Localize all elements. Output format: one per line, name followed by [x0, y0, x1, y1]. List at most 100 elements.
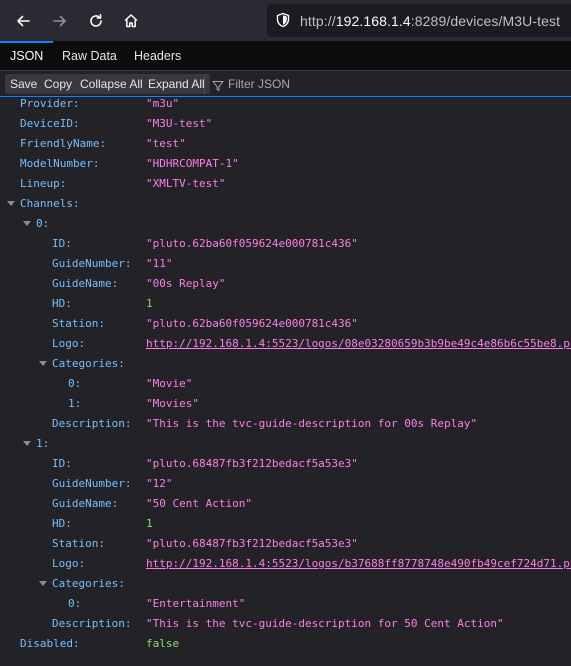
home-icon[interactable] — [118, 8, 144, 34]
json-key: 1: — [36, 437, 50, 450]
json-value: "pluto.62ba60f059624e000781c436" — [146, 317, 358, 330]
expand-toggle-icon[interactable] — [39, 361, 47, 366]
json-row: DeviceID: "M3U-test" — [0, 114, 571, 134]
json-value: "11" — [146, 257, 173, 270]
json-key: ID: — [52, 457, 72, 470]
json-key: Logo: — [52, 557, 86, 570]
json-row: 1: "Movies" — [0, 394, 571, 414]
json-key: GuideName: — [52, 277, 119, 290]
json-row: Description: "This is the tvc-guide-descr… — [0, 614, 571, 634]
json-value: "XMLTV-test" — [146, 177, 226, 190]
json-row: Logo: http://192.168.1.4:5523/logos/b3768… — [0, 554, 571, 574]
collapse-all-button[interactable]: Collapse All — [75, 74, 148, 94]
viewer-tab-bar: JSON Raw Data Headers — [0, 41, 571, 71]
tab-raw-data[interactable]: Raw Data — [52, 41, 127, 71]
tab-headers[interactable]: Headers — [124, 41, 191, 71]
json-key: Channels: — [20, 197, 80, 210]
json-key: Disabled: — [20, 637, 80, 650]
json-key: HD: — [52, 297, 72, 310]
copy-button[interactable]: Copy — [39, 74, 78, 94]
json-key: GuideName: — [52, 497, 119, 510]
json-row: GuideName: "00s Replay" — [0, 274, 571, 294]
json-row: Disabled: false — [0, 634, 571, 654]
json-row[interactable]: Channels: — [0, 194, 571, 214]
json-row: HD: 1 — [0, 514, 571, 534]
url-text[interactable]: http://192.168.1.4:8289/devices/M3U-test — [300, 13, 560, 29]
forward-arrow-icon[interactable] — [47, 8, 73, 34]
json-value: "50 Cent Action" — [146, 497, 252, 510]
json-key: ID: — [52, 237, 72, 250]
json-key: GuideNumber: — [52, 257, 132, 270]
json-row[interactable]: 1: — [0, 434, 571, 454]
json-key: Categories: — [52, 577, 125, 590]
json-key: 0: — [68, 377, 82, 390]
json-value: 1 — [146, 517, 153, 530]
json-row: Provider: "m3u" — [0, 94, 571, 114]
json-row: Station: "pluto.68487fb3f212bedacf5a53e3" — [0, 534, 571, 554]
save-button[interactable]: Save — [5, 74, 43, 94]
json-row: ID: "pluto.68487fb3f212bedacf5a53e3" — [0, 454, 571, 474]
shield-icon[interactable] — [275, 12, 291, 33]
json-key: 0: — [36, 217, 50, 230]
expand-toggle-icon[interactable] — [39, 581, 47, 586]
json-key: Categories: — [52, 357, 125, 370]
json-row: 0: "Entertainment" — [0, 594, 571, 614]
json-row: 0: "Movie" — [0, 374, 571, 394]
json-key: GuideNumber: — [52, 477, 132, 490]
json-value: "Movies" — [146, 397, 199, 410]
url-bar[interactable]: http://192.168.1.4:8289/devices/M3U-test — [267, 4, 571, 37]
toolbar-divider — [204, 74, 205, 94]
json-tree: Provider: "m3u" DeviceID: "M3U-test" Friendl… — [0, 97, 571, 666]
json-row: ModelNumber: "HDHRCOMPAT-1" — [0, 154, 571, 174]
json-row: Station: "pluto.62ba60f059624e000781c436" — [0, 314, 571, 334]
json-key: Description: — [52, 417, 132, 430]
json-value: "pluto.68487fb3f212bedacf5a53e3" — [146, 457, 358, 470]
json-row: GuideNumber: "12" — [0, 474, 571, 494]
json-row: FriendlyName: "test" — [0, 134, 571, 154]
expand-toggle-icon[interactable] — [7, 201, 15, 206]
json-row: Description: "This is the tvc-guide-descr… — [0, 414, 571, 434]
expand-toggle-icon[interactable] — [23, 441, 31, 446]
json-row[interactable]: Categories: — [0, 574, 571, 594]
json-row: Lineup: "XMLTV-test" — [0, 174, 571, 194]
json-value: "00s Replay" — [146, 277, 226, 290]
json-value: false — [146, 637, 180, 650]
url-prefix: http:// — [300, 13, 336, 29]
json-row[interactable]: Categories: — [0, 354, 571, 374]
json-key: Logo: — [52, 337, 86, 350]
json-value: "test" — [146, 137, 186, 150]
json-row: GuideNumber: "11" — [0, 254, 571, 274]
json-value: "HDHRCOMPAT-1" — [146, 157, 239, 170]
tab-json[interactable]: JSON — [0, 41, 54, 71]
json-key: Station: — [52, 317, 105, 330]
json-row: GuideName: "50 Cent Action" — [0, 494, 571, 514]
json-key: Description: — [52, 617, 132, 630]
json-link-value[interactable]: http://192.168.1.4:5523/logos/08e0328065… — [146, 334, 571, 354]
json-row: HD: 1 — [0, 294, 571, 314]
json-value: "12" — [146, 477, 173, 490]
expand-all-button[interactable]: Expand All — [143, 74, 210, 94]
filter-placeholder: Filter JSON — [228, 77, 291, 91]
json-value: "pluto.62ba60f059624e000781c436" — [146, 237, 358, 250]
back-arrow-icon[interactable] — [10, 8, 36, 34]
json-value: "Movie" — [146, 377, 193, 390]
json-value: 1 — [146, 297, 153, 310]
json-row[interactable]: 0: — [0, 214, 571, 234]
url-path: :8289/devices/M3U-test — [410, 13, 561, 29]
json-value: "Entertainment" — [146, 597, 246, 610]
json-row: Logo: http://192.168.1.4:5523/logos/08e03… — [0, 334, 571, 354]
json-key: Station: — [52, 537, 105, 550]
json-value: "This is the tvc-guide-description for 0… — [146, 417, 478, 430]
json-value: "M3U-test" — [146, 117, 213, 130]
json-key: Lineup: — [20, 177, 67, 190]
url-host: 192.168.1.4 — [335, 13, 411, 29]
reload-icon[interactable] — [83, 8, 109, 34]
expand-toggle-icon[interactable] — [23, 221, 31, 226]
json-value: "m3u" — [146, 97, 180, 110]
json-key: FriendlyName: — [20, 137, 107, 150]
json-key: ModelNumber: — [20, 157, 100, 170]
json-link-value[interactable]: http://192.168.1.4:5523/logos/b37688ff87… — [146, 554, 571, 574]
json-value: "pluto.68487fb3f212bedacf5a53e3" — [146, 537, 358, 550]
json-key: 0: — [68, 597, 82, 610]
json-key: Provider: — [20, 97, 80, 110]
